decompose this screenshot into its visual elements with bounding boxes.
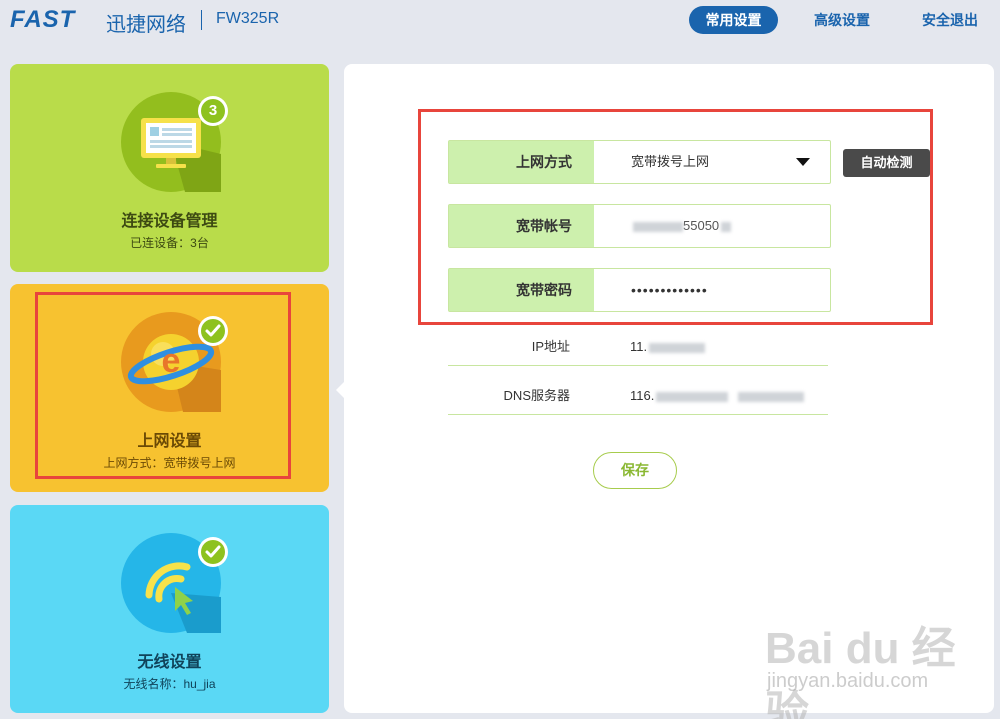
highlight-box-form [418,109,933,325]
wireless-settings-subtitle: 无线名称：hu_jia [123,677,216,691]
device-management-title: 连接设备管理 [121,213,218,230]
save-button[interactable]: 保存 [593,452,677,489]
dns-server-value: 116. [630,377,805,415]
nav-common-settings[interactable]: 常用设置 [689,6,778,34]
redacted-text [649,342,706,353]
ip-address-label: IP地址 [531,339,570,354]
status-check-icon [198,537,228,567]
dns-server-label: DNS服务器 [503,388,570,403]
highlight-box-internet-card [35,292,291,479]
redacted-text [656,391,729,402]
wireless-settings-title: 无线设置 [137,654,202,671]
card-wireless-settings[interactable]: 无线设置 无线名称：hu_jia [10,505,329,713]
brand-name-cn: 迅捷网络 [106,14,186,36]
watermark-url: jingyan.baidu.com [767,670,929,692]
dns-server-prefix: 116. [630,388,655,403]
top-header: FAST 迅捷网络 FW325R 常用设置 高级设置 安全退出 [0,0,1000,40]
device-count-text: 3 [208,102,218,119]
watermark-text: Bai du 经验 [765,624,956,719]
ip-address-row: IP地址 11. [448,328,828,366]
dns-server-row: DNS服务器 116. [448,377,828,415]
device-management-subtitle: 已连设备：3台 [130,236,209,250]
nav-advanced-settings[interactable]: 高级设置 [800,6,884,34]
ip-address-value: 11. [630,328,706,366]
model-name: FW325R [216,10,280,27]
watermark: Bai du 经验 jingyan.baidu.com [765,612,985,719]
ip-address-prefix: 11. [630,339,648,354]
redacted-text [738,391,805,402]
nav-logout[interactable]: 安全退出 [908,6,992,34]
brand-logo: FAST [10,6,76,33]
logo-divider [201,10,202,30]
card-device-management[interactable]: 3 连接设备管理 已连设备：3台 [10,64,329,272]
